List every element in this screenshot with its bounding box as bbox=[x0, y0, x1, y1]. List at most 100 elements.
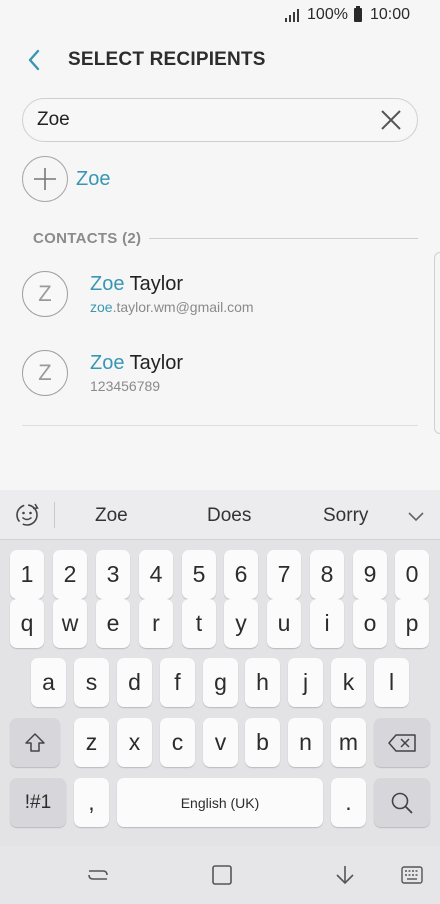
sub-match: zoe bbox=[90, 299, 113, 315]
add-recipient-circle bbox=[22, 156, 68, 202]
recent-apps-button[interactable] bbox=[68, 846, 128, 904]
key-s[interactable]: s bbox=[74, 658, 109, 707]
key-e[interactable]: e bbox=[96, 599, 130, 648]
key-1[interactable]: 1 bbox=[10, 550, 44, 599]
search-box bbox=[22, 98, 418, 142]
key-v[interactable]: v bbox=[203, 718, 238, 767]
name-rest: Taylor bbox=[124, 352, 184, 374]
close-icon bbox=[381, 110, 401, 130]
key-g[interactable]: g bbox=[203, 658, 238, 707]
key-x[interactable]: x bbox=[117, 718, 152, 767]
key-c[interactable]: c bbox=[160, 718, 195, 767]
key-n[interactable]: n bbox=[288, 718, 323, 767]
sub-rest: 123456789 bbox=[90, 378, 161, 394]
suggestion-2[interactable]: Does bbox=[207, 505, 251, 527]
key-5[interactable]: 5 bbox=[182, 550, 216, 599]
contact-name: Zoe Taylor bbox=[90, 273, 254, 296]
suggestion-separator bbox=[54, 501, 55, 528]
key-i[interactable]: i bbox=[310, 599, 344, 648]
chevron-left-icon bbox=[28, 49, 40, 71]
backspace-icon bbox=[388, 733, 416, 752]
shift-icon bbox=[25, 732, 45, 752]
plus-icon bbox=[34, 168, 56, 190]
key-9[interactable]: 9 bbox=[353, 550, 387, 599]
recent-apps-icon bbox=[88, 870, 108, 880]
key-y[interactable]: y bbox=[224, 599, 258, 648]
contact-email: zoe.taylor.wm@gmail.com bbox=[90, 299, 254, 315]
suggestion-1[interactable]: Zoe bbox=[95, 505, 128, 527]
period-key[interactable]: . bbox=[331, 778, 366, 827]
key-8[interactable]: 8 bbox=[310, 550, 344, 599]
contact-row-1[interactable]: Z Zoe Taylor zoe.taylor.wm@gmail.com bbox=[22, 264, 418, 324]
shift-key[interactable] bbox=[10, 718, 60, 767]
search-key[interactable] bbox=[374, 778, 430, 827]
add-recipient-button[interactable]: Zoe bbox=[22, 156, 110, 202]
comma-key[interactable]: , bbox=[74, 778, 109, 827]
backspace-key[interactable] bbox=[374, 718, 430, 767]
key-w[interactable]: w bbox=[53, 599, 87, 648]
key-l[interactable]: l bbox=[374, 658, 409, 707]
keyboard-icon bbox=[401, 866, 423, 884]
keyboard: Zoe Does Sorry 1 2 3 4 5 6 7 8 9 0 q w e… bbox=[0, 490, 440, 846]
key-2[interactable]: 2 bbox=[53, 550, 87, 599]
search-icon bbox=[391, 792, 413, 814]
emoji-button[interactable] bbox=[0, 490, 54, 540]
signal-icon bbox=[285, 8, 300, 22]
home-button[interactable] bbox=[192, 846, 252, 904]
arrow-down-icon bbox=[336, 866, 354, 885]
back-button[interactable] bbox=[0, 40, 68, 80]
section-divider bbox=[149, 237, 418, 239]
suggestion-3[interactable]: Sorry bbox=[323, 505, 368, 527]
space-key[interactable]: English (UK) bbox=[117, 778, 323, 827]
navigation-bar bbox=[0, 846, 440, 904]
key-k[interactable]: k bbox=[331, 658, 366, 707]
page-title: SELECT RECIPIENTS bbox=[68, 49, 266, 70]
key-b[interactable]: b bbox=[245, 718, 280, 767]
key-3[interactable]: 3 bbox=[96, 550, 130, 599]
key-d[interactable]: d bbox=[117, 658, 152, 707]
battery-icon bbox=[353, 6, 362, 22]
header: SELECT RECIPIENTS bbox=[0, 40, 440, 80]
key-r[interactable]: r bbox=[139, 599, 173, 648]
contact-row-2[interactable]: Z Zoe Taylor 123456789 bbox=[22, 343, 418, 403]
contact-text: Zoe Taylor 123456789 bbox=[90, 352, 183, 394]
sub-rest: .taylor.wm@gmail.com bbox=[112, 299, 254, 315]
chevron-down-icon bbox=[408, 512, 424, 522]
key-q[interactable]: q bbox=[10, 599, 44, 648]
emoji-refresh-icon bbox=[16, 503, 39, 526]
symbols-key[interactable]: !#1 bbox=[10, 778, 66, 827]
key-h[interactable]: h bbox=[245, 658, 280, 707]
key-j[interactable]: j bbox=[288, 658, 323, 707]
key-t[interactable]: t bbox=[182, 599, 216, 648]
contact-phone: 123456789 bbox=[90, 378, 183, 394]
key-f[interactable]: f bbox=[160, 658, 195, 707]
avatar: Z bbox=[22, 350, 68, 396]
list-divider bbox=[22, 425, 418, 426]
key-4[interactable]: 4 bbox=[139, 550, 173, 599]
key-z[interactable]: z bbox=[74, 718, 109, 767]
name-match: Zoe bbox=[90, 352, 125, 374]
switch-keyboard-button[interactable] bbox=[382, 846, 440, 904]
contacts-section-header: CONTACTS (2) bbox=[33, 228, 418, 248]
key-6[interactable]: 6 bbox=[224, 550, 258, 599]
key-a[interactable]: a bbox=[31, 658, 66, 707]
key-7[interactable]: 7 bbox=[267, 550, 301, 599]
avatar: Z bbox=[22, 271, 68, 317]
clock: 10:00 bbox=[369, 6, 410, 23]
contacts-section-title: CONTACTS (2) bbox=[33, 229, 142, 247]
key-o[interactable]: o bbox=[353, 599, 387, 648]
suggestion-bar: Zoe Does Sorry bbox=[0, 490, 440, 540]
search-input[interactable] bbox=[23, 99, 365, 141]
hide-keyboard-button[interactable] bbox=[315, 846, 375, 904]
add-recipient-label: Zoe bbox=[76, 167, 111, 190]
key-m[interactable]: m bbox=[331, 718, 366, 767]
scrollbar[interactable] bbox=[434, 252, 440, 434]
clear-search-button[interactable] bbox=[365, 98, 417, 142]
battery-percentage: 100% bbox=[307, 6, 348, 23]
key-u[interactable]: u bbox=[267, 599, 301, 648]
status-bar: 100% 10:00 bbox=[0, 0, 440, 30]
key-0[interactable]: 0 bbox=[395, 550, 429, 599]
contact-text: Zoe Taylor zoe.taylor.wm@gmail.com bbox=[90, 273, 254, 315]
collapse-keyboard-button[interactable] bbox=[404, 504, 428, 528]
key-p[interactable]: p bbox=[395, 599, 429, 648]
